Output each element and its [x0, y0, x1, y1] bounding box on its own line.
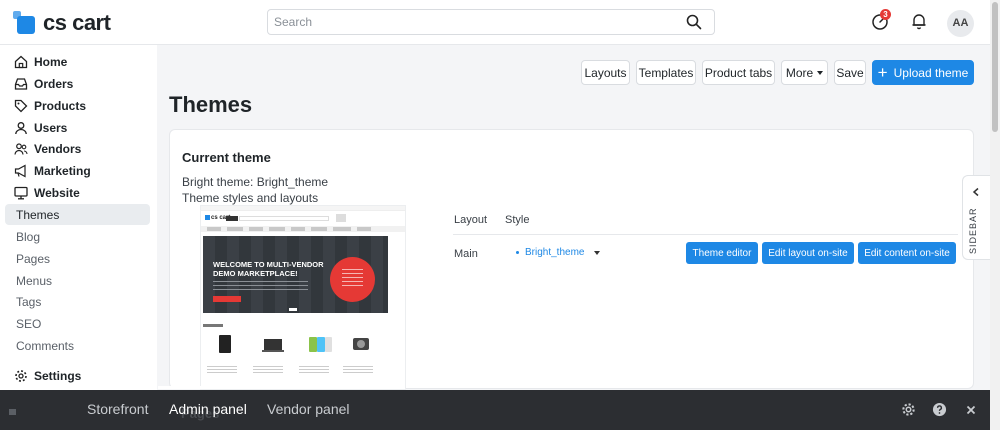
tab-storefront[interactable]: Storefront	[87, 401, 148, 417]
top-bar: cs cart 3 AA	[0, 0, 990, 45]
bell-icon[interactable]	[910, 12, 928, 35]
sidebar-item-seo[interactable]: SEO	[5, 313, 150, 334]
upload-theme-label: Upload theme	[893, 65, 969, 80]
sidebar-toggle-label: SIDEBAR	[968, 207, 978, 254]
sidebar-item-tags[interactable]: Tags	[5, 291, 150, 312]
theme-description: Theme styles and layouts	[182, 191, 319, 205]
sidebar-toggle[interactable]: SIDEBAR	[962, 175, 990, 260]
monitor-icon	[13, 185, 29, 201]
scrollbar-thumb[interactable]	[992, 2, 998, 132]
home-icon	[13, 54, 29, 70]
sidebar-item-label: SEO	[16, 316, 42, 331]
card-title: Current theme	[182, 150, 271, 165]
gear-icon	[13, 368, 29, 384]
sidebar-item-vendors[interactable]: Vendors	[5, 138, 150, 159]
sidebar-item-label: Pages	[16, 251, 51, 266]
sidebar-item-label: Settings	[34, 368, 82, 383]
sidebar-item-label: Home	[34, 54, 68, 69]
theme-preview-image: cs cart WELCOME TO MULTI-VENDOR DEMO MAR…	[200, 205, 406, 390]
gear-icon[interactable]	[901, 402, 916, 422]
current-theme-card: Current theme Bright theme: Bright_theme…	[169, 129, 974, 390]
megaphone-icon	[13, 141, 29, 157]
templates-button[interactable]: Templates	[636, 60, 696, 85]
bottom-panel: Pages Storefront Admin panel Vendor pane…	[0, 386, 990, 430]
style-name: Bright_theme	[525, 247, 585, 258]
close-icon[interactable]	[965, 403, 977, 421]
sidebar-item-label: Marketing	[34, 163, 91, 178]
sidebar-item-home[interactable]: Home	[5, 51, 150, 72]
theme-editor-button[interactable]: Theme editor	[686, 242, 758, 264]
preview-banner: WELCOME TO MULTI-VENDOR DEMO MARKETPLACE…	[203, 236, 388, 313]
sidebar-item-settings[interactable]: Settings	[5, 365, 150, 386]
sidebar-item-label: Orders	[34, 76, 74, 91]
tab-vendor-panel[interactable]: Vendor panel	[267, 401, 350, 417]
search-icon[interactable]	[686, 14, 702, 35]
gauge-icon[interactable]: 3	[871, 9, 891, 35]
chevron-left-icon	[971, 184, 981, 202]
plus-icon: +	[877, 62, 888, 82]
help-icon[interactable]	[932, 402, 947, 422]
edit-layout-on-site-button[interactable]: Edit layout on-site	[762, 242, 854, 264]
avatar[interactable]: AA	[947, 10, 974, 37]
sidebar-item-label: Vendors	[34, 141, 82, 156]
tag-icon	[13, 98, 29, 114]
more-button[interactable]: More	[781, 60, 828, 85]
notification-badge: 3	[880, 9, 891, 20]
column-header-layout: Layout	[454, 214, 488, 226]
style-selector[interactable]: Bright_theme	[516, 247, 601, 258]
caret-down-icon	[594, 250, 601, 255]
edit-content-on-site-button[interactable]: Edit content on-site	[858, 242, 956, 264]
panel-icon[interactable]	[8, 404, 18, 415]
sidebar-item-label: Menus	[16, 273, 53, 288]
logo-icon	[13, 11, 37, 35]
active-tab-indicator	[158, 386, 257, 389]
sidebar-item-menus[interactable]: Menus	[5, 270, 150, 291]
sidebar-item-label: Blog	[16, 229, 41, 244]
sidebar-item-label: Themes	[16, 207, 60, 222]
sidebar-item-label: Comments	[16, 338, 75, 353]
search-box[interactable]	[267, 9, 715, 35]
layouts-button[interactable]: Layouts	[581, 60, 630, 85]
search-input[interactable]	[268, 10, 668, 34]
logo[interactable]: cs cart	[13, 10, 111, 36]
bullet-icon	[516, 251, 519, 254]
sidebar-item-blog[interactable]: Blog	[5, 226, 150, 247]
sidebar-item-label: Tags	[16, 294, 42, 309]
sidebar-item-comments[interactable]: Comments	[5, 335, 150, 356]
page-title: Themes	[169, 92, 253, 117]
tab-admin-panel[interactable]: Admin panel	[169, 401, 247, 417]
inbox-icon	[13, 76, 29, 92]
sidebar-item-website[interactable]: Website	[5, 182, 150, 203]
bullhorn-icon	[13, 163, 29, 179]
column-header-style: Style	[505, 214, 530, 226]
sidebar-item-orders[interactable]: Orders	[5, 73, 150, 94]
sidebar: Home Orders Products Users Vendors Marke…	[0, 45, 157, 390]
caret-down-icon	[817, 70, 824, 75]
save-button[interactable]: Save	[834, 60, 866, 85]
sidebar-item-pages[interactable]: Pages	[5, 248, 150, 269]
sidebar-item-marketing[interactable]: Marketing	[5, 160, 150, 181]
table-divider	[453, 234, 958, 235]
logo-text: cs cart	[43, 10, 111, 35]
layout-name: Main	[454, 248, 478, 260]
sidebar-item-label: Website	[34, 185, 80, 200]
product-tabs-button[interactable]: Product tabs	[702, 60, 775, 85]
theme-name: Bright theme: Bright_theme	[182, 175, 329, 189]
sidebar-item-themes[interactable]: Themes	[5, 204, 150, 225]
user-icon	[13, 120, 29, 136]
sidebar-item-products[interactable]: Products	[5, 95, 150, 116]
sidebar-item-label: Users	[34, 120, 68, 135]
preview-banner-title: WELCOME TO MULTI-VENDOR DEMO MARKETPLACE…	[213, 260, 324, 278]
upload-theme-button[interactable]: + Upload theme	[872, 60, 974, 85]
sidebar-item-label: Products	[34, 98, 87, 113]
scrollbar[interactable]	[990, 0, 1000, 430]
sidebar-item-users[interactable]: Users	[5, 117, 150, 138]
more-label: More	[785, 65, 814, 80]
